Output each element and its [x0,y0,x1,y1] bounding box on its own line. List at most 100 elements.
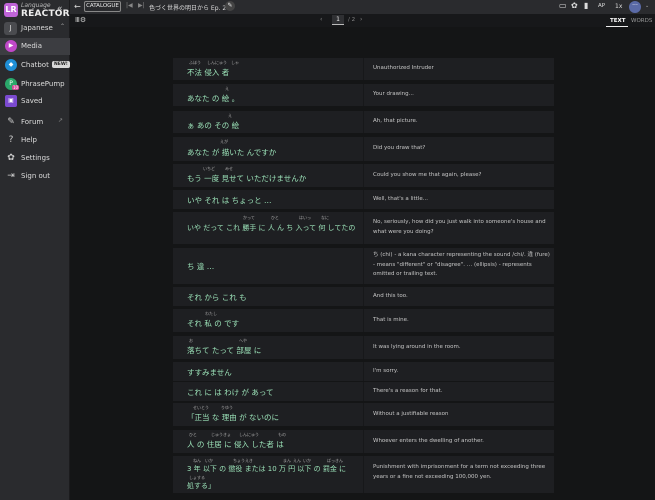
furigana: え [228,113,232,118]
subtitle-english: I'm sorry. [373,368,399,374]
subtitle-row[interactable]: それ から これ も And this too. [173,287,554,306]
subtitle-english: Whoever enters the dwelling of another. [373,438,484,444]
media-title: 色づく世界の明日から Ep. 2 [149,5,227,12]
furigana: いちど [203,166,215,171]
subtitle-japanese-line2[interactable]: 処する」 [187,481,215,491]
subtitle-japanese[interactable]: 不法 侵入 者 [187,67,229,78]
furigana: お [189,338,193,343]
subtitle-english: ち (chi) - a kana character representing … [373,252,550,277]
subtitle-row[interactable]: お へや 落ちて たって 部屋 に It was lying around in… [173,336,554,359]
collapse-sidebar-icon[interactable]: « [57,4,63,14]
sidebar-item-settings[interactable]: ✿ Settings [0,150,70,167]
sidebar-item-forum[interactable]: ✎ Forum ↗ [0,114,70,131]
new-badge: NEW! [52,61,70,68]
sidebar-item-label: Help [21,136,37,144]
furigana: じゅうきょ [211,432,231,437]
sidebar-item-help[interactable]: ? Help [0,132,70,149]
auto-pause-button[interactable]: AP [598,3,605,9]
subtitle-english: Unauthorized Intruder [373,65,434,71]
sidebar-item-label: Media [21,42,43,50]
sidebar-item-phrasepump[interactable]: P 10 PhrasePump [0,76,70,93]
page-prev-icon[interactable]: ‹ [320,16,322,23]
language-name: Japanese [21,24,53,32]
sidebar-item-media[interactable]: ▶ Media [0,38,70,55]
external-link-icon: ↗ [58,117,64,124]
furigana: かって [243,215,255,220]
subtitle-japanese[interactable]: もう 一度 見せて いただけませんか [187,173,306,184]
subtitle-row[interactable]: ふほう しんにゅう しゃ 不法 侵入 者 Unauthorized Intrud… [173,58,554,80]
subtitle-japanese[interactable]: これ に は わけ が あって [187,387,274,398]
furigana: みせ [225,166,233,171]
subtitle-japanese[interactable]: 3 年 以下 の 懲役 または 10 万 円 以下 の 罰金 に [187,464,346,474]
subtitle-japanese[interactable]: それ から これ も [187,292,247,303]
subtitle-japanese[interactable]: 「正当 な 理由 が ないのに [187,412,279,423]
sidebar-item-label: Saved [21,97,43,105]
furigana: えが [220,139,228,144]
subtitle-row[interactable]: すすみません I'm sorry. [173,362,554,381]
previous-episode-icon[interactable]: |◀ [126,2,133,9]
furigana: りゆう [221,405,233,410]
subtitle-japanese[interactable]: ぁ あの その 絵 [187,120,239,131]
chat-icon: ◆ [5,59,17,71]
subtitle-english: There's a reason for that. [373,388,443,394]
pencil-icon[interactable]: ✎ [225,1,235,11]
signout-icon: ⇥ [7,171,15,181]
speed-button[interactable]: 1x [615,3,622,10]
furigana: しんにゅう [207,60,227,65]
subtitle-row[interactable]: え ぁ あの その 絵 Ah, that picture. [173,111,554,133]
tab-words[interactable]: WORDS [631,18,652,24]
row-divider [363,456,364,493]
row-divider [363,362,364,381]
language-selector[interactable]: J Japanese ⌃ [3,21,67,36]
furigana: ひと [189,432,197,437]
back-arrow-icon[interactable]: ← [74,2,81,11]
subtitle-row[interactable]: かって ひと はいっ なに いや だって これ 勝手 に 人 ん ち 入って 何… [173,212,554,244]
sidebar-item-chatbot[interactable]: ◆ Chatbot NEW! [0,57,70,74]
sidebar-item-saved[interactable]: ▣ Saved [0,93,70,110]
subtitle-japanese[interactable]: あなた の 絵 。 [187,93,239,104]
cc-icon[interactable]: ▭ [559,1,567,10]
subtitle-japanese[interactable]: すすみません [187,367,232,378]
subtitle-row[interactable]: ねん いか ちょうえき まん えん いか ばっきん しょする 3 年 以下 の … [173,456,554,493]
grid-settings-icon[interactable]: Ⅲ⚙ [75,16,86,24]
subtitle-row[interactable]: え あなた の 絵 。 Your drawing... [173,84,554,106]
subtitle-japanese[interactable]: 人 の 住居 に 侵入 した者 は [187,439,284,450]
next-episode-icon[interactable]: ▶| [138,2,145,9]
subtitle-japanese[interactable]: ち 違 … [187,261,214,272]
subtitle-list: ふほう しんにゅう しゃ 不法 侵入 者 Unauthorized Intrud… [70,27,655,500]
sidebar-item-signout[interactable]: ⇥ Sign out [0,168,70,185]
subtitle-row[interactable]: いちど みせ もう 一度 見せて いただけませんか Could you show… [173,164,554,187]
chevron-down-icon[interactable]: ⌄ [645,3,649,9]
page-total: / 2 [348,17,356,23]
subtitle-row[interactable]: いや それ は ちょっと … Well, that's a little... [173,190,554,209]
chevron-updown-icon: ⌃ [60,23,66,30]
row-divider [363,248,364,284]
gear-icon[interactable]: ✿ [571,1,578,10]
catalogue-button[interactable]: CATALOGUE [84,1,121,12]
subtitle-row[interactable]: ち 違 … ち (chi) - a kana character represe… [173,248,554,284]
subtitle-row[interactable]: えが あなた が 描いた んですか Did you draw that? [173,137,554,161]
page-next-icon[interactable]: › [360,16,362,23]
more-icon[interactable]: ··· [629,1,641,13]
subtitle-english: No, seriously, how did you just walk int… [373,219,546,235]
subtitle-row[interactable]: これ に は わけ が あって There's a reason for tha… [173,382,554,401]
row-divider [363,403,364,426]
page-input[interactable]: 1 [332,15,344,25]
top-bar: ← CATALOGUE |◀ ▶| 色づく世界の明日から Ep. 2 ✎ ▭ ✿… [70,0,655,14]
row-divider [363,84,364,106]
furigana: ひと [271,215,279,220]
subtitle-japanese[interactable]: いや だって これ 勝手 に 人 ん ち 入って 何 してたの [187,223,355,233]
pager: ‹ 1 / 2 › [320,15,400,26]
row-divider [363,137,364,161]
subtitle-japanese[interactable]: あなた が 描いた んですか [187,147,276,158]
tab-text[interactable]: TEXT [610,18,626,24]
row-divider [363,336,364,359]
subtitle-japanese[interactable]: いや それ は ちょっと … [187,195,272,206]
subtitle-japanese[interactable]: それ 私 の です [187,318,239,329]
subtitle-row[interactable]: せいとう りゆう 「正当 な 理由 が ないのに Without a justi… [173,403,554,426]
book-icon[interactable]: ▮ [584,1,588,10]
subtitle-row[interactable]: わたし それ 私 の です That is mine. [173,309,554,332]
subtitle-japanese[interactable]: 落ちて たって 部屋 に [187,345,261,356]
subtitle-english: Well, that's a little... [373,196,428,202]
subtitle-row[interactable]: ひと じゅうきょ しんにゅう もの 人 の 住居 に 侵入 した者 は Whoe… [173,430,554,453]
